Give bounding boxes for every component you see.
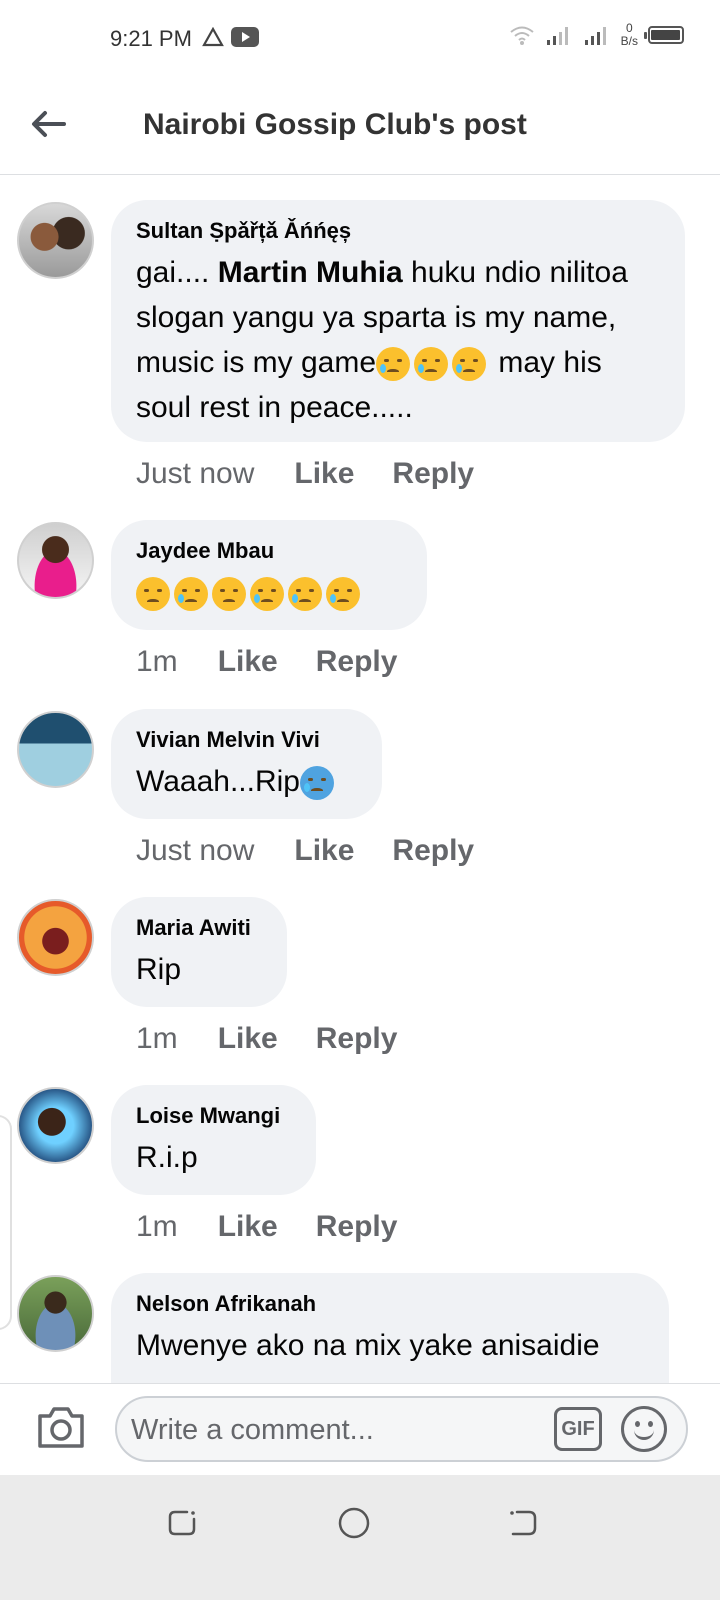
comment-bubble[interactable]: Jaydee Mbau	[111, 520, 427, 630]
signal-icon	[584, 27, 606, 45]
warning-triangle-icon	[202, 27, 224, 47]
comment-text	[136, 570, 401, 615]
comment-input[interactable]	[131, 1411, 531, 1449]
status-time: 9:21 PM	[110, 26, 192, 51]
sad-face-emoji-icon	[250, 577, 284, 612]
comment-text-part: Waaah...Rip	[136, 765, 300, 798]
comment-time[interactable]: Just now	[136, 457, 254, 491]
comment-text: Mwenye ako na mix yake anisaidie	[136, 1329, 600, 1362]
avatar[interactable]	[17, 1087, 94, 1164]
sleepy-face-emoji-icon	[414, 347, 449, 382]
comment-text: R.i.p	[136, 1141, 198, 1174]
comment-text: Rip	[136, 953, 182, 986]
avatar[interactable]	[17, 711, 94, 788]
comment-bubble[interactable]: Nelson Afrikanah Mwenye ako na mix yake …	[111, 1273, 669, 1383]
crying-face-emoji-icon	[326, 577, 360, 612]
comment-author[interactable]: Sultan Ṣpǎřțǎ Ǎńńęș	[136, 218, 659, 244]
back-nav-icon	[510, 1510, 537, 1536]
back-nav-button[interactable]	[505, 1505, 541, 1541]
like-button[interactable]: Like	[218, 1210, 278, 1244]
comment-bubble[interactable]: Vivian Melvin Vivi Waaah...Rip	[111, 709, 382, 819]
avatar[interactable]	[17, 1275, 94, 1352]
comment-time[interactable]: Just now	[136, 834, 254, 868]
mention-link[interactable]: Martin Muhia	[218, 256, 403, 289]
page-title: Nairobi Gossip Club's post	[143, 108, 527, 141]
comment-item: Nelson Afrikanah Mwenye ako na mix yake …	[0, 1273, 720, 1383]
like-button[interactable]: Like	[294, 457, 354, 491]
reply-button[interactable]: Reply	[316, 1210, 398, 1244]
comment-actions: 1m Like Reply	[136, 645, 397, 679]
avatar[interactable]	[17, 899, 94, 976]
comment-author[interactable]: Jaydee Mbau	[136, 538, 401, 564]
avatar[interactable]	[17, 522, 94, 599]
comment-time[interactable]: 1m	[136, 1210, 178, 1244]
sad-face-emoji-icon	[174, 577, 208, 612]
comment-text-part: gai....	[136, 256, 218, 289]
comment-text: gai.... Martin Muhia huku ndio nilitoa s…	[136, 250, 659, 430]
arrow-left-icon	[32, 111, 66, 137]
wifi-icon	[510, 26, 534, 45]
recent-apps-icon	[168, 1510, 196, 1536]
reply-button[interactable]: Reply	[392, 834, 474, 868]
comment-composer: GIF	[0, 1383, 720, 1475]
camera-icon	[38, 1407, 84, 1448]
avatar[interactable]	[17, 202, 94, 279]
back-button[interactable]	[24, 100, 72, 148]
anxious-sweat-emoji-icon	[299, 766, 334, 801]
comment-box: GIF	[115, 1396, 688, 1462]
comment-author[interactable]: Nelson Afrikanah	[136, 1291, 643, 1317]
sad-face-emoji-icon	[288, 577, 322, 612]
like-button[interactable]: Like	[218, 645, 278, 679]
battery-fill	[651, 30, 680, 40]
camera-button[interactable]	[36, 1404, 86, 1452]
net-speed: 0 B/s	[621, 22, 638, 48]
scroll-handle[interactable]	[0, 1115, 12, 1330]
comment-text: Waaah...Rip	[136, 759, 356, 804]
gif-button[interactable]: GIF	[554, 1407, 602, 1451]
sad-face-emoji-icon	[212, 577, 246, 612]
app-header: Nairobi Gossip Club's post	[0, 80, 720, 175]
system-nav-bar	[0, 1475, 720, 1600]
sleepy-face-emoji-icon	[452, 347, 487, 382]
signal-icon	[546, 27, 568, 45]
comment-bubble[interactable]: Loise Mwangi R.i.p	[111, 1085, 316, 1195]
like-button[interactable]: Like	[294, 834, 354, 868]
like-button[interactable]: Like	[218, 1022, 278, 1056]
comment-bubble[interactable]: Maria Awiti Rip	[111, 897, 287, 1007]
comment-actions: 1m Like Reply	[136, 1210, 397, 1244]
comment-author[interactable]: Maria Awiti	[136, 915, 261, 941]
comment-bubble[interactable]: Sultan Ṣpǎřțǎ Ǎńńęș gai.... Martin Muhia…	[111, 200, 685, 442]
home-icon	[338, 1507, 370, 1539]
net-speed-unit: B/s	[620, 34, 638, 48]
smiley-icon[interactable]	[621, 1406, 667, 1452]
status-notification-icons	[202, 26, 260, 48]
comment-time[interactable]: 1m	[136, 645, 178, 679]
comment-author[interactable]: Loise Mwangi	[136, 1103, 290, 1129]
youtube-icon	[231, 27, 259, 47]
reply-button[interactable]: Reply	[392, 457, 474, 491]
status-system-icons: 0 B/s	[509, 22, 684, 48]
reply-button[interactable]: Reply	[316, 645, 398, 679]
status-bar: 9:21 PM 0 B/s	[0, 0, 720, 80]
comment-actions: Just now Like Reply	[136, 457, 474, 491]
recent-apps-button[interactable]	[165, 1505, 201, 1541]
comment-time[interactable]: 1m	[136, 1022, 178, 1056]
comment-actions: Just now Like Reply	[136, 834, 474, 868]
comment-actions: 1m Like Reply	[136, 1022, 397, 1056]
downcast-sweat-emoji-icon	[136, 577, 170, 612]
home-button[interactable]	[336, 1505, 372, 1541]
battery-icon	[644, 26, 684, 44]
sleepy-face-emoji-icon	[376, 347, 411, 382]
comment-author[interactable]: Vivian Melvin Vivi	[136, 727, 356, 753]
reply-button[interactable]: Reply	[316, 1022, 398, 1056]
